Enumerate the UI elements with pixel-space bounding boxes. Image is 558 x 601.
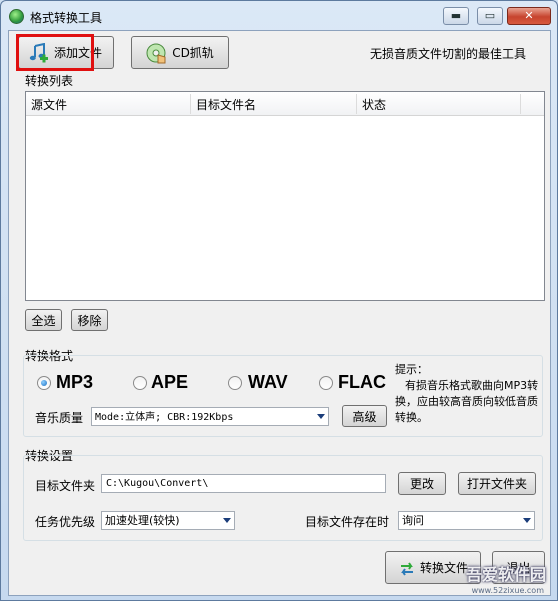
change-folder-button[interactable]: 更改 xyxy=(398,472,446,495)
highlight-box xyxy=(16,34,94,71)
exists-select[interactable]: 询问 xyxy=(398,511,535,530)
priority-value: 加速处理(较快) xyxy=(105,514,180,527)
hint-title: 提示： xyxy=(395,363,428,376)
cd-rip-label: CD抓轨 xyxy=(172,46,214,60)
close-button[interactable]: ✕ xyxy=(507,7,551,25)
select-all-button[interactable]: 全选 xyxy=(25,309,62,331)
minimize-button[interactable]: ▬ xyxy=(443,7,469,25)
priority-select[interactable]: 加速处理(较快) xyxy=(101,511,235,530)
format-label-wav[interactable]: WAV xyxy=(248,372,288,393)
client-area: 添加文件 CD抓轨 无损音质文件切割的最佳工具 转换列表 源文件 目标文件名 状… xyxy=(8,30,551,596)
list-header: 源文件 目标文件名 状态 xyxy=(26,92,544,116)
format-label-flac[interactable]: FLAC xyxy=(338,372,386,393)
watermark-url: www.52zixue.com xyxy=(471,586,544,595)
radio-flac[interactable] xyxy=(319,376,333,390)
chevron-down-icon xyxy=(523,518,531,523)
list-section-label: 转换列表 xyxy=(25,74,74,88)
slogan-text: 无损音质文件切割的最佳工具 xyxy=(370,47,527,61)
hint-body: 有损音乐格式歌曲向MP3转换，应由较高音质向较低音质转换。 xyxy=(395,379,539,424)
exists-value: 询问 xyxy=(402,514,424,527)
advanced-button[interactable]: 高级 xyxy=(342,405,387,427)
quality-select[interactable]: Mode:立体声; CBR:192Kbps xyxy=(91,407,329,426)
radio-wav[interactable] xyxy=(228,376,242,390)
column-status[interactable]: 状态 xyxy=(362,96,386,113)
format-label-ape[interactable]: APE xyxy=(151,372,188,393)
convert-label: 转换文件 xyxy=(419,561,468,575)
cd-rip-button[interactable]: CD抓轨 xyxy=(131,36,229,69)
maximize-button[interactable]: ▭ xyxy=(477,7,503,25)
column-divider[interactable] xyxy=(190,94,191,114)
remove-button[interactable]: 移除 xyxy=(71,309,108,331)
quality-value: Mode:立体声; CBR:192Kbps xyxy=(95,412,234,423)
cd-disc-icon xyxy=(146,43,166,64)
priority-label: 任务优先级 xyxy=(35,515,96,529)
radio-mp3[interactable] xyxy=(37,376,51,390)
chevron-down-icon xyxy=(317,414,325,419)
app-icon xyxy=(9,9,24,24)
open-folder-button[interactable]: 打开文件夹 xyxy=(458,472,536,495)
convert-arrows-icon xyxy=(401,562,413,576)
column-divider[interactable] xyxy=(520,94,521,114)
exists-label: 目标文件存在时 xyxy=(305,515,390,529)
target-folder-field[interactable]: C:\Kugou\Convert\ xyxy=(101,474,386,493)
title-bar[interactable]: 格式转换工具 ▬ ▭ ✕ xyxy=(1,1,557,29)
target-folder-label: 目标文件夹 xyxy=(35,479,96,493)
quality-label: 音乐质量 xyxy=(35,411,84,425)
radio-ape[interactable] xyxy=(133,376,147,390)
app-window: 格式转换工具 ▬ ▭ ✕ 添加文件 CD抓轨 无损音质文件切割的最佳工具 转换列… xyxy=(0,0,558,601)
column-source-file[interactable]: 源文件 xyxy=(31,96,67,113)
watermark-text: 吾爱软件园 xyxy=(465,565,546,584)
format-label-mp3[interactable]: MP3 xyxy=(56,372,93,393)
hint-text: 提示： 有损音乐格式歌曲向MP3转换，应由较高音质向较低音质转换。 xyxy=(395,362,545,426)
chevron-down-icon xyxy=(223,518,231,523)
column-target-name[interactable]: 目标文件名 xyxy=(196,96,256,113)
conversion-list[interactable]: 源文件 目标文件名 状态 xyxy=(25,91,545,301)
window-title: 格式转换工具 xyxy=(30,11,103,25)
column-divider[interactable] xyxy=(356,94,357,114)
